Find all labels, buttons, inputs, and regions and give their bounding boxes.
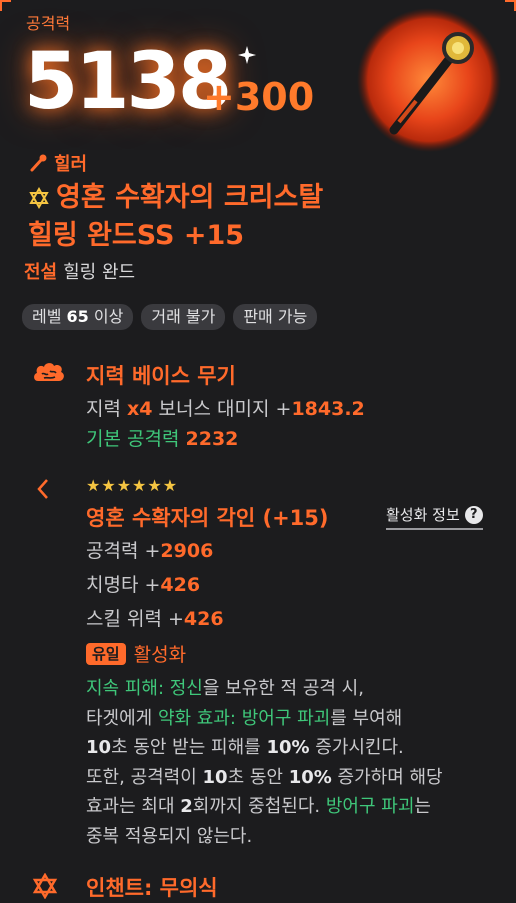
desc-text: 또한, 공격력이 [86,766,203,788]
level-value: 65 [66,307,89,326]
item-name-text1: 영혼 수확자의 크리스탈 [56,182,324,213]
base-attack-value: 2232 [185,428,239,450]
question-icon: ? [464,505,483,524]
desc-keyword: 지속 피해: 정신 [86,678,203,699]
unique-label: 활성화 [133,644,187,666]
engraving-stat-row: 공격력 +2906 [86,536,213,566]
base-weapon-title: 지력 베이스 무기 [86,364,236,388]
engraving-stat-row: 치명타 +426 [86,570,200,600]
level-prefix: 레벨 [32,307,62,326]
activation-info-link[interactable]: 활성화 정보 ? [386,504,483,530]
stat-label: 치명타 + [86,574,161,596]
chevron-left-icon[interactable] [36,478,50,500]
level-requirement-pill: 레벨 65 이상 [22,304,134,330]
desc-text: 을 보유한 적 공격 시, [202,678,364,699]
item-grade-row: 전설 힐링 완드 [24,258,135,284]
engraving-stat-row: 스킬 위력 +426 [86,604,224,634]
desc-text: 효과는 최대 [86,796,181,817]
engraving-description: 지속 피해: 정신을 보유한 적 공격 시, 타겟에게 약화 효과: 방어구 파괴… [86,674,506,851]
attack-value: 5138 [24,37,232,127]
desc-number: 10% [288,766,332,788]
base-line-1: 지력 x4 보너스 대미지 +1843.2 [86,394,365,424]
stat-label: 보너스 대미지 + [158,398,292,420]
attack-bonus: +300 [203,75,315,119]
attack-label: 공격력 [26,14,71,33]
item-name-line1: 영혼 수확자의 크리스탈 [28,180,323,216]
corner-bracket-left-icon [0,0,11,11]
stat-value: 426 [160,574,201,596]
unique-badge: 유일 [86,642,126,665]
item-class: 힐러 [28,150,87,176]
stat-value: 2906 [160,540,214,562]
item-name-line2: 힐링 완드SS +15 [28,220,245,251]
unique-row: 유일 활성화 [86,640,186,667]
desc-text: 는 [414,796,431,817]
base-line-2: 기본 공격력 2232 [86,424,238,454]
desc-text: 증가시킨다. [309,737,404,758]
base-attack-label: 기본 공격력 [86,428,180,450]
desc-number: 10% [266,737,310,758]
enchant-title: 인챈트: 무의식 [86,876,218,900]
desc-text: 초 동안 받는 피해를 [111,737,267,758]
desc-text: 를 부여해 [330,707,403,729]
level-suffix: 이상 [93,307,124,326]
desc-text: 초 동안 [227,766,289,788]
stat-label: 공격력 + [86,540,161,562]
star-of-david-icon [32,873,58,899]
item-class-label: 힐러 [54,154,88,175]
item-type: 힐링 완드 [63,262,136,283]
desc-number: 2 [180,796,193,817]
desc-number: 10 [202,766,228,788]
star-rating: ★★★★★★ [86,476,179,495]
stat-label: 지력 [86,398,121,420]
desc-text: 회까지 중첩된다. [192,796,326,817]
activation-info-label: 활성화 정보 [386,506,460,524]
stat-value: 426 [183,608,224,630]
desc-number: 10 [86,737,112,758]
item-image [357,8,501,152]
sell-pill: 판매 가능 [233,304,318,330]
desc-text: 증가하며 해당 [331,766,443,788]
trade-pill: 거래 불가 [141,304,226,330]
desc-keyword: 방어구 파괴 [325,796,415,817]
tag-pills: 레벨 65 이상 거래 불가 판매 가능 [22,304,318,330]
brain-icon [34,363,64,381]
stat-value: 1843.2 [291,398,365,420]
star-of-david-icon [29,187,49,209]
stat-label: 스킬 위력 + [86,608,184,630]
spark-icon [238,46,256,64]
item-grade: 전설 [24,262,58,283]
desc-text: 타겟에게 [86,707,158,729]
engraving-title: 영혼 수확자의 각인 (+15) [86,506,329,530]
desc-keyword: 약화 효과: 방어구 파괴 [157,707,331,729]
wand-icon [30,154,47,172]
stat-multiplier: x4 [127,398,153,420]
desc-text: 중복 적용되지 않는다. [86,825,253,847]
corner-bracket-right-icon [505,0,516,11]
